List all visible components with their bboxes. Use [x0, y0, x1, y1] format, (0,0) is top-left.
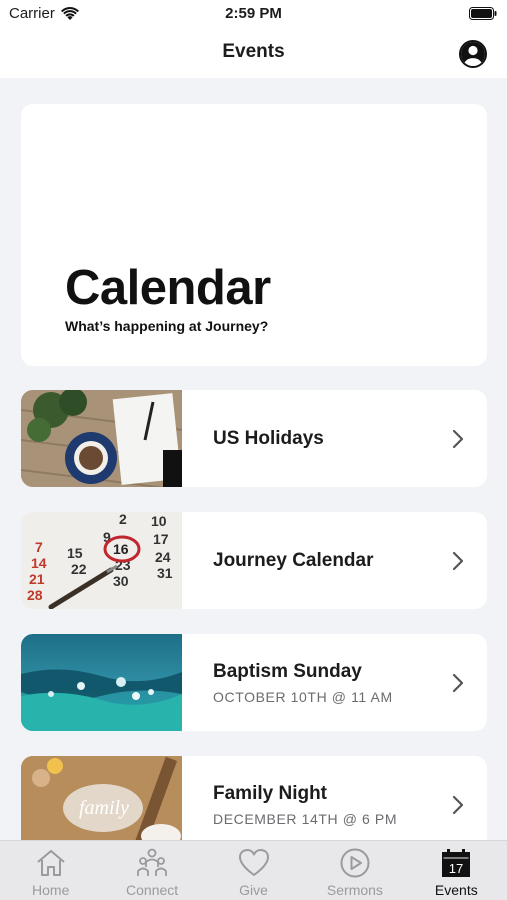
chevron-right-icon — [452, 551, 464, 571]
hero-title: Calendar — [65, 261, 271, 315]
calendar-number: 31 — [157, 565, 173, 581]
event-title: Baptism Sunday — [213, 660, 362, 682]
tab-give[interactable]: Give — [203, 841, 304, 900]
desk-coffee-thumbnail — [21, 390, 182, 487]
profile-icon[interactable] — [459, 40, 487, 68]
calendar-number: 10 — [151, 513, 167, 529]
people-icon — [137, 848, 168, 876]
event-date: DECEMBER 14TH @ 6 PM — [213, 810, 398, 827]
tab-bar: Home Connect Give Sermons 17 Events — [0, 840, 507, 900]
event-text: Family Night DECEMBER 14TH @ 6 PM — [213, 756, 437, 840]
hero-subtitle: What’s happening at Journey? — [65, 318, 269, 334]
tab-label: Sermons — [326, 882, 383, 898]
calendar-number: 30 — [113, 573, 129, 589]
calendar-number: 2 — [119, 512, 127, 527]
flour-writing: family — [79, 797, 129, 819]
event-card-us-holidays[interactable]: US Holidays — [21, 390, 487, 487]
event-text: Journey Calendar — [213, 512, 437, 609]
calendar-icon-day: 17 — [449, 861, 463, 876]
event-card-baptism-sunday[interactable]: Baptism Sunday OCTOBER 10TH @ 11 AM — [21, 634, 487, 731]
home-icon — [37, 850, 65, 876]
tab-label: Home — [32, 882, 70, 898]
calendar-hero-card: Calendar What’s happening at Journey? — [21, 104, 487, 366]
calendar-number: 15 — [67, 545, 83, 561]
tab-label: Give — [239, 882, 268, 898]
tab-label: Events — [434, 882, 478, 898]
tab-label: Connect — [126, 882, 179, 898]
family-baking-thumbnail: family — [21, 756, 182, 840]
calendar-icon: 17 — [442, 849, 471, 877]
calendar-number: 22 — [71, 561, 87, 577]
calendar-number: 14 — [31, 555, 47, 571]
chevron-right-icon — [452, 795, 464, 815]
calendar-number: 21 — [29, 571, 45, 587]
calendar-number: 28 — [27, 587, 43, 603]
ocean-water-thumbnail — [21, 634, 182, 731]
events-content[interactable]: Calendar What’s happening at Journey? US… — [0, 78, 507, 840]
chevron-right-icon — [452, 429, 464, 449]
event-text: Baptism Sunday OCTOBER 10TH @ 11 AM — [213, 634, 437, 731]
battery-icon — [469, 7, 497, 20]
calendar-number: 16 — [113, 541, 129, 557]
event-card-journey-calendar[interactable]: 2 10 9 17 7 14 16 24 21 15 23 31 28 22 3… — [21, 512, 487, 609]
event-text: US Holidays — [213, 390, 437, 487]
navigation-bar: Events — [0, 28, 507, 78]
status-bar: Carrier 2:59 PM — [0, 0, 507, 28]
event-title: Journey Calendar — [213, 549, 374, 571]
event-title: US Holidays — [213, 427, 324, 449]
calendar-number: 17 — [153, 531, 169, 547]
chevron-right-icon — [452, 673, 464, 693]
tab-home[interactable]: Home — [0, 841, 101, 900]
calendar-page-thumbnail: 2 10 9 17 7 14 16 24 21 15 23 31 28 22 3… — [21, 512, 182, 609]
event-card-family-night[interactable]: family Family Night DECEMBER 14TH @ 6 PM — [21, 756, 487, 840]
page-title: Events — [222, 41, 285, 62]
event-date: OCTOBER 10TH @ 11 AM — [213, 688, 393, 705]
heart-icon — [238, 849, 269, 876]
tab-sermons[interactable]: Sermons — [304, 841, 405, 900]
calendar-number: 24 — [155, 549, 171, 565]
event-title: Family Night — [213, 782, 328, 804]
tab-connect[interactable]: Connect — [101, 841, 202, 900]
tab-events[interactable]: 17 Events — [406, 841, 507, 900]
play-circle-icon — [340, 848, 370, 878]
status-time: 2:59 PM — [225, 5, 282, 22]
calendar-number: 7 — [35, 539, 43, 555]
